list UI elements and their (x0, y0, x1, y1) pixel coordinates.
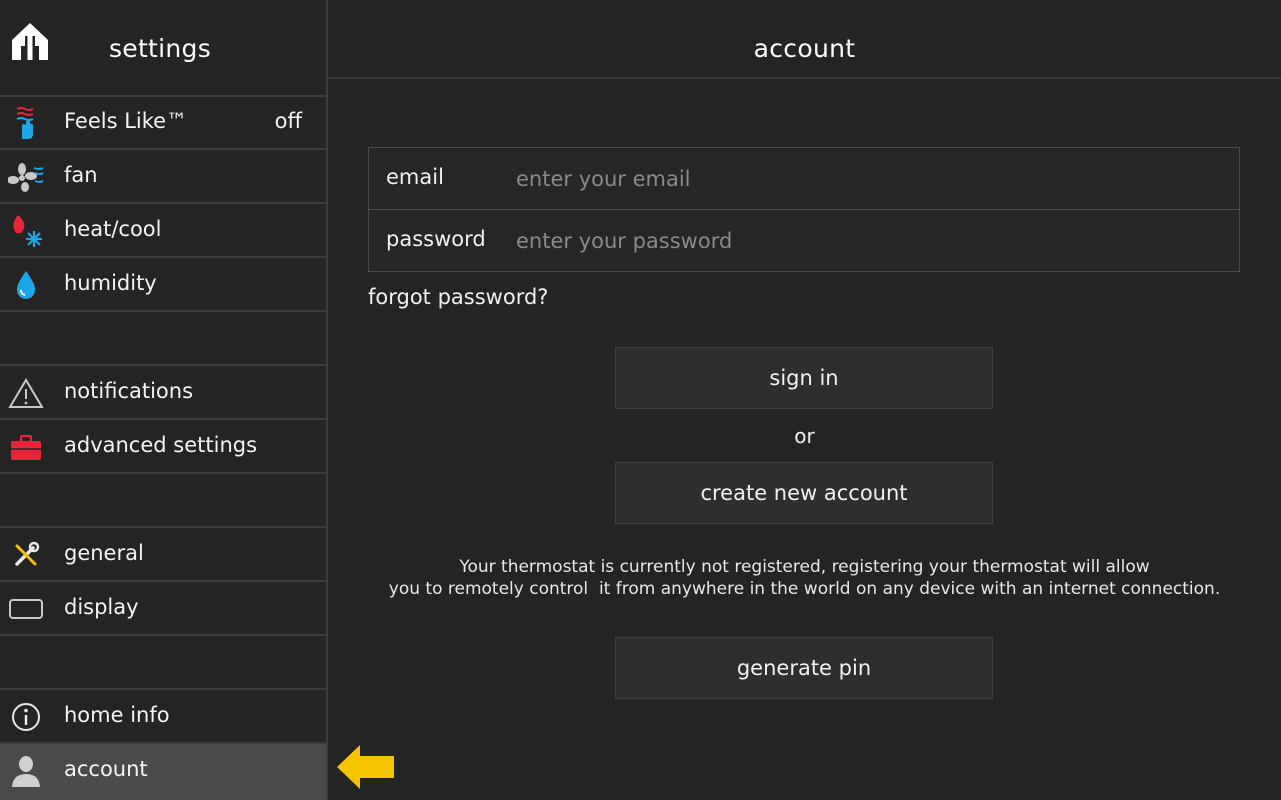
sidebar-item-label: heat/cool (64, 217, 162, 241)
arrow-left-icon (337, 745, 394, 789)
password-field[interactable] (514, 218, 1218, 264)
sidebar-item-label: fan (64, 163, 98, 187)
password-label: password (386, 227, 486, 251)
tools-icon (8, 537, 44, 573)
sidebar-item-label: account (64, 757, 148, 781)
registration-info: Your thermostat is currently not registe… (348, 556, 1261, 600)
or-separator: or (794, 424, 815, 448)
sidebar-item-notifications[interactable]: notifications (0, 366, 326, 420)
login-form: email password (368, 147, 1240, 272)
settings-sidebar: settings Feels Like™ off fan heat/cool h… (0, 0, 328, 800)
sidebar-item-label: notifications (64, 379, 194, 403)
sidebar-item-account[interactable]: account (0, 744, 326, 800)
warning-icon (8, 375, 44, 411)
user-icon (8, 753, 44, 789)
sidebar-item-heat-cool[interactable]: heat/cool (0, 204, 326, 258)
generate-pin-button[interactable]: generate pin (615, 637, 993, 699)
info-icon (8, 699, 44, 735)
sidebar-spacer (0, 312, 326, 366)
info-line-2: you to remotely control it from anywhere… (388, 579, 1221, 599)
password-row: password (369, 210, 1239, 271)
sidebar-item-feels-like[interactable]: Feels Like™ off (0, 96, 326, 150)
heat-cool-icon (8, 213, 44, 249)
sidebar-item-label: humidity (64, 271, 157, 295)
sidebar-item-humidity[interactable]: humidity (0, 258, 326, 312)
sidebar-spacer (0, 474, 326, 528)
toolbox-icon (8, 429, 44, 465)
sidebar-spacer (0, 636, 326, 690)
email-row: email (369, 148, 1239, 210)
main-header: account (328, 0, 1281, 79)
email-field[interactable] (514, 156, 1218, 202)
display-icon (8, 591, 44, 627)
sidebar-item-label: home info (64, 703, 170, 727)
create-account-button[interactable]: create new account (615, 462, 993, 524)
sidebar-item-fan[interactable]: fan (0, 150, 326, 204)
sidebar-item-general[interactable]: general (0, 528, 326, 582)
feels-like-value: off (274, 109, 302, 133)
humidity-icon (8, 267, 44, 303)
sidebar-item-label: advanced settings (64, 433, 258, 457)
sidebar-item-advanced-settings[interactable]: advanced settings (0, 420, 326, 474)
account-panel: account email password forgot password? … (328, 0, 1281, 800)
sidebar-title: settings (108, 34, 212, 63)
sidebar-header: settings (0, 0, 326, 78)
sign-in-button[interactable]: sign in (615, 347, 993, 409)
sidebar-item-display[interactable]: display (0, 582, 326, 636)
email-label: email (386, 165, 444, 189)
info-line-1: Your thermostat is currently not registe… (459, 557, 1150, 577)
fan-icon (8, 159, 44, 195)
page-title: account (753, 34, 856, 63)
feels-like-icon (8, 105, 44, 141)
forgot-password-link[interactable]: forgot password? (368, 285, 548, 309)
sidebar-item-label: general (64, 541, 144, 565)
sidebar-item-home-info[interactable]: home info (0, 690, 326, 744)
sidebar-item-label: display (64, 595, 139, 619)
sidebar-item-label: Feels Like™ (64, 109, 188, 133)
